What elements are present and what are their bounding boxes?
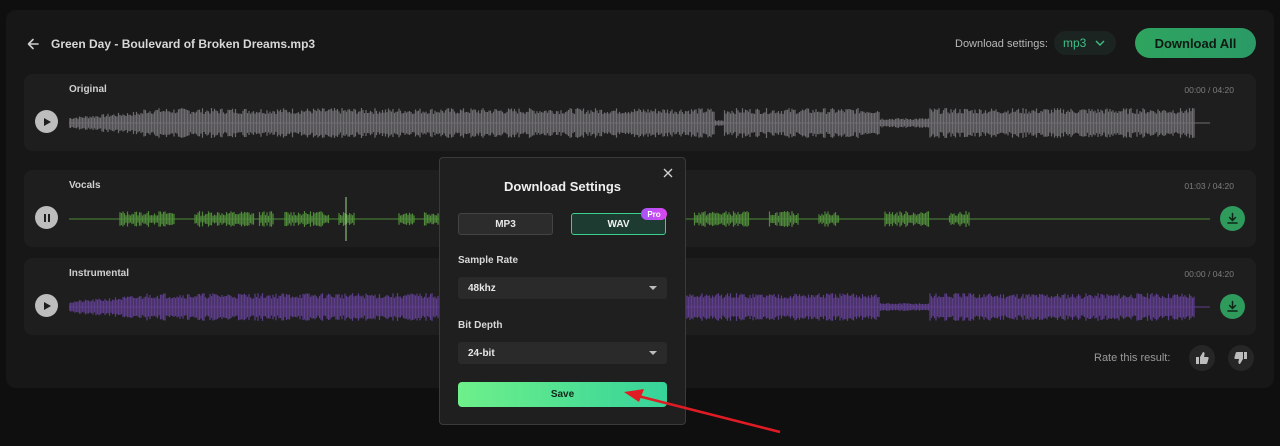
sample-rate-label: Sample Rate xyxy=(458,255,519,266)
pro-badge: Pro xyxy=(641,208,667,220)
track-label: Vocals xyxy=(69,180,101,191)
thumbs-down-icon xyxy=(1234,352,1247,364)
track-label: Instrumental xyxy=(69,268,130,279)
file-title: Green Day - Boulevard of Broken Dreams.m… xyxy=(51,37,316,51)
pause-icon xyxy=(43,213,50,222)
format-select[interactable]: mp3 xyxy=(1054,31,1116,55)
download-instrumental-button[interactable] xyxy=(1220,294,1245,319)
sample-rate-value: 48khz xyxy=(468,282,496,294)
bit-depth-label: Bit Depth xyxy=(458,320,503,331)
track-time: 00:00 / 04:20 xyxy=(1184,85,1234,95)
save-button[interactable]: Save xyxy=(458,382,667,407)
track-original: Original 00:00 / 04:20 xyxy=(24,74,1256,151)
download-icon xyxy=(1227,300,1238,312)
thumbs-down-button[interactable] xyxy=(1228,345,1254,371)
waveform-original[interactable] xyxy=(69,101,1210,145)
download-icon xyxy=(1227,212,1238,224)
download-all-button[interactable]: Download All xyxy=(1135,28,1256,58)
caret-down-icon xyxy=(649,286,657,290)
play-button[interactable] xyxy=(35,294,58,317)
bit-depth-value: 24-bit xyxy=(468,347,495,359)
pause-button[interactable] xyxy=(35,206,58,229)
download-vocals-button[interactable] xyxy=(1220,206,1245,231)
track-time: 01:03 / 04:20 xyxy=(1184,181,1234,191)
download-settings-label: Download settings: xyxy=(955,38,1048,50)
rate-label: Rate this result: xyxy=(1094,352,1171,364)
close-icon[interactable] xyxy=(662,167,674,179)
format-select-value: mp3 xyxy=(1063,36,1087,50)
caret-down-icon xyxy=(649,351,657,355)
track-time: 00:00 / 04:20 xyxy=(1184,269,1234,279)
play-icon xyxy=(43,117,51,126)
download-settings-modal: Download Settings MP3 WAV Pro Sample Rat… xyxy=(439,157,686,425)
chevron-down-icon xyxy=(1095,40,1105,46)
thumbs-up-button[interactable] xyxy=(1189,345,1215,371)
track-label: Original xyxy=(69,84,107,95)
sample-rate-select[interactable]: 48khz xyxy=(458,277,667,299)
back-arrow-icon[interactable] xyxy=(25,36,41,52)
play-icon xyxy=(43,301,51,310)
play-button[interactable] xyxy=(35,110,58,133)
modal-title: Download Settings xyxy=(504,179,621,194)
bit-depth-select[interactable]: 24-bit xyxy=(458,342,667,364)
thumbs-up-icon xyxy=(1196,352,1209,364)
format-mp3-button[interactable]: MP3 xyxy=(458,213,553,235)
